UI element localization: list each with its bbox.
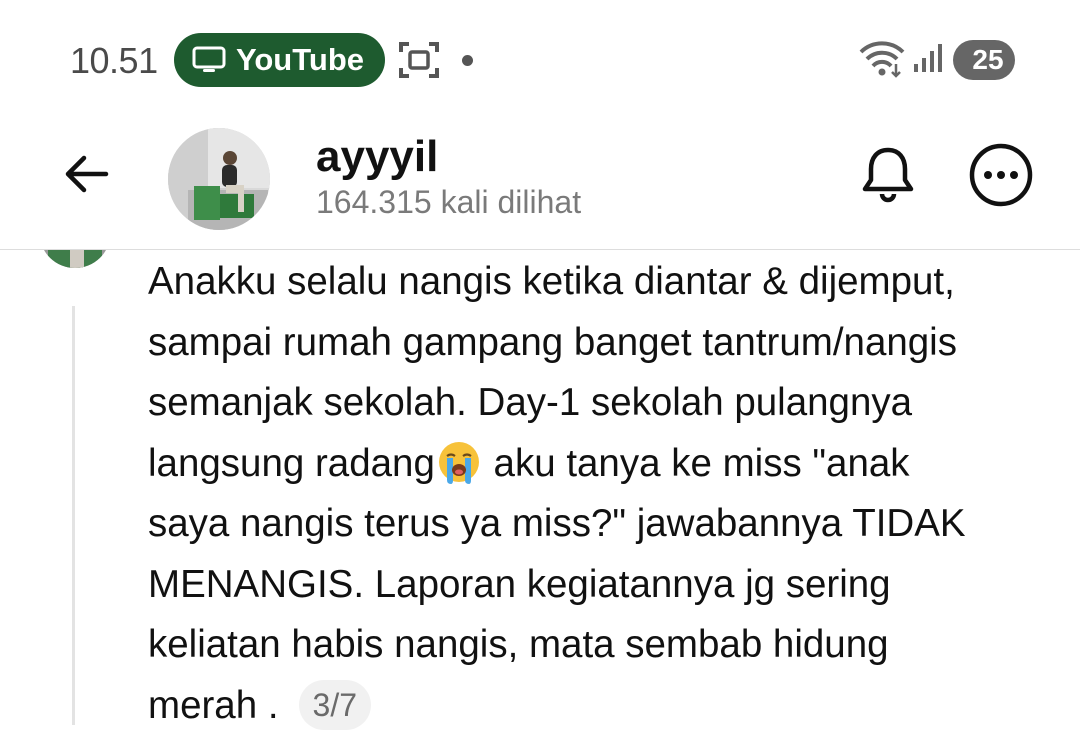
profile-avatar[interactable] <box>168 128 270 230</box>
thread-line <box>72 306 75 725</box>
header-divider <box>0 249 1080 250</box>
battery-indicator: 25 <box>953 40 1015 80</box>
battery-level: 25 <box>972 44 1004 75</box>
page-indicator: 3/7 <box>298 679 372 730</box>
notification-dot-icon <box>462 55 473 66</box>
view-count: 164.315 kali dilihat <box>316 184 582 220</box>
status-bar: 10.51 YouTube 25 <box>0 0 1080 120</box>
profile-header: ayyyil 164.315 kali dilihat <box>0 120 1080 250</box>
active-app-label: YouTube <box>236 42 364 77</box>
screen-capture-icon <box>399 42 439 78</box>
signal-icon <box>914 44 942 72</box>
comment-body: Anakku selalu nangis ketika diantar & di… <box>148 252 1053 736</box>
back-arrow-icon[interactable] <box>62 150 110 198</box>
bell-icon[interactable] <box>856 142 920 206</box>
more-options-icon[interactable] <box>968 142 1034 208</box>
tv-icon <box>192 46 226 72</box>
profile-username: ayyyil <box>316 132 439 181</box>
status-time: 10.51 <box>70 40 158 81</box>
loudly-crying-face-icon <box>438 441 479 484</box>
wifi-icon <box>859 41 905 78</box>
active-app-pill[interactable]: YouTube <box>174 33 385 87</box>
